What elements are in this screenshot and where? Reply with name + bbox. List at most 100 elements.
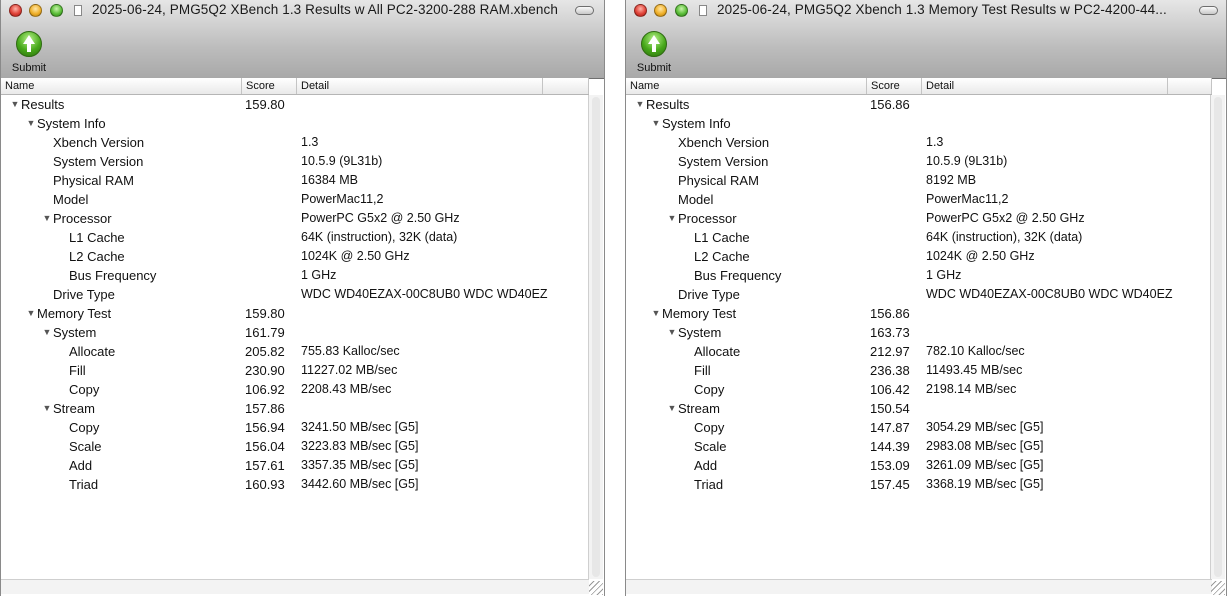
outline-row[interactable]: L2 Cache 1024K @ 2.50 GHz bbox=[626, 247, 1206, 266]
vertical-scrollbar[interactable] bbox=[588, 95, 603, 579]
row-name: Scale bbox=[69, 439, 102, 454]
submit-button[interactable]: Submit bbox=[634, 31, 674, 74]
outline-row[interactable]: System Version 10.5.9 (9L31b) bbox=[626, 152, 1206, 171]
column-header-score[interactable]: Score bbox=[867, 78, 922, 94]
outline-row[interactable]: Fill 236.38 11493.45 MB/sec bbox=[626, 361, 1206, 380]
scroll-thumb[interactable] bbox=[1214, 97, 1222, 577]
disclosure-triangle-icon[interactable]: ▼ bbox=[25, 114, 37, 133]
outline-row[interactable]: ▼ Results 159.80 bbox=[1, 95, 581, 114]
outline-row[interactable]: L1 Cache 64K (instruction), 32K (data) bbox=[1, 228, 581, 247]
outline-row[interactable]: Copy 106.92 2208.43 MB/sec bbox=[1, 380, 581, 399]
column-header-score[interactable]: Score bbox=[242, 78, 297, 94]
minimize-icon[interactable] bbox=[29, 4, 42, 17]
row-detail: 10.5.9 (9L31b) bbox=[926, 154, 1008, 168]
outline-row[interactable]: Triad 157.45 3368.19 MB/sec [G5] bbox=[626, 475, 1206, 494]
disclosure-triangle-icon[interactable]: ▼ bbox=[666, 209, 678, 228]
submit-arrow-up-icon bbox=[641, 31, 667, 57]
outline-row[interactable]: ▼ System Info bbox=[626, 114, 1206, 133]
outline-row[interactable]: Xbench Version 1.3 bbox=[626, 133, 1206, 152]
disclosure-triangle-icon[interactable]: ▼ bbox=[41, 399, 53, 418]
outline-row[interactable]: Scale 144.39 2983.08 MB/sec [G5] bbox=[626, 437, 1206, 456]
submit-button[interactable]: Submit bbox=[9, 31, 49, 74]
outline-row[interactable]: ▼ System 163.73 bbox=[626, 323, 1206, 342]
outline-row[interactable]: Physical RAM 8192 MB bbox=[626, 171, 1206, 190]
row-detail: PowerMac11,2 bbox=[301, 192, 384, 206]
resize-grip-icon[interactable] bbox=[1211, 581, 1225, 595]
outline-row[interactable]: Physical RAM 16384 MB bbox=[1, 171, 581, 190]
outline-row[interactable]: System Version 10.5.9 (9L31b) bbox=[1, 152, 581, 171]
outline-row[interactable]: ▼ Processor PowerPC G5x2 @ 2.50 GHz bbox=[1, 209, 581, 228]
zoom-icon[interactable] bbox=[50, 4, 63, 17]
outline-row[interactable]: ▼ Results 156.86 bbox=[626, 95, 1206, 114]
close-icon[interactable] bbox=[9, 4, 22, 17]
outline-row[interactable]: ▼ Processor PowerPC G5x2 @ 2.50 GHz bbox=[626, 209, 1206, 228]
window-titlebar[interactable]: 2025-06-24, PMG5Q2 Xbench 1.3 Memory Tes… bbox=[626, 0, 1226, 79]
row-score: 144.39 bbox=[870, 439, 910, 454]
disclosure-triangle-icon[interactable]: ▼ bbox=[41, 209, 53, 228]
outline-row[interactable]: Copy 147.87 3054.29 MB/sec [G5] bbox=[626, 418, 1206, 437]
disclosure-triangle-icon[interactable]: ▼ bbox=[41, 323, 53, 342]
horizontal-scrollbar[interactable] bbox=[626, 579, 1212, 594]
disclosure-triangle-icon[interactable]: ▼ bbox=[9, 95, 21, 114]
scroll-thumb[interactable] bbox=[592, 97, 600, 577]
outline-row[interactable]: ▼ System Info bbox=[1, 114, 581, 133]
column-header-name[interactable]: Name bbox=[626, 78, 867, 94]
zoom-icon[interactable] bbox=[675, 4, 688, 17]
disclosure-triangle-icon[interactable]: ▼ bbox=[666, 399, 678, 418]
outline-row[interactable]: Add 153.09 3261.09 MB/sec [G5] bbox=[626, 456, 1206, 475]
horizontal-scrollbar[interactable] bbox=[1, 579, 589, 594]
disclosure-triangle-icon[interactable]: ▼ bbox=[25, 304, 37, 323]
document-icon[interactable] bbox=[74, 5, 82, 16]
outline-row[interactable]: ▼ Stream 150.54 bbox=[626, 399, 1206, 418]
column-header-name[interactable]: Name bbox=[1, 78, 242, 94]
row-name: Add bbox=[69, 458, 93, 473]
outline-row[interactable]: ▼ Memory Test 159.80 bbox=[1, 304, 581, 323]
outline-row[interactable]: Drive Type WDC WD40EZAX-00C8UB0 WDC WD40E… bbox=[626, 285, 1206, 304]
vertical-scrollbar[interactable] bbox=[1210, 95, 1225, 579]
row-name: System Info bbox=[662, 116, 731, 131]
column-header-detail[interactable]: Detail bbox=[297, 78, 543, 94]
outline-row[interactable]: Triad 160.93 3442.60 MB/sec [G5] bbox=[1, 475, 581, 494]
outline-row[interactable]: Scale 156.04 3223.83 MB/sec [G5] bbox=[1, 437, 581, 456]
row-detail: PowerMac11,2 bbox=[926, 192, 1009, 206]
xbench-window-left: 2025-06-24, PMG5Q2 XBench 1.3 Results w … bbox=[0, 0, 605, 596]
row-detail: 2208.43 MB/sec bbox=[301, 382, 392, 396]
row-score: 205.82 bbox=[245, 344, 285, 359]
row-detail: 1.3 bbox=[926, 135, 944, 149]
toolbar-toggle-button[interactable] bbox=[575, 6, 594, 15]
outline-row[interactable]: Xbench Version 1.3 bbox=[1, 133, 581, 152]
outline-row[interactable]: Bus Frequency 1 GHz bbox=[1, 266, 581, 285]
window-titlebar[interactable]: 2025-06-24, PMG5Q2 XBench 1.3 Results w … bbox=[1, 0, 604, 79]
outline-row[interactable]: ▼ Stream 157.86 bbox=[1, 399, 581, 418]
row-score: 160.93 bbox=[245, 477, 285, 492]
outline-row[interactable]: ▼ System 161.79 bbox=[1, 323, 581, 342]
row-name: Bus Frequency bbox=[69, 268, 157, 283]
resize-grip-icon[interactable] bbox=[589, 581, 603, 595]
outline-row[interactable]: Fill 230.90 11227.02 MB/sec bbox=[1, 361, 581, 380]
outline-row[interactable]: Allocate 212.97 782.10 Kalloc/sec bbox=[626, 342, 1206, 361]
outline-row[interactable]: Copy 106.42 2198.14 MB/sec bbox=[626, 380, 1206, 399]
row-name: System Info bbox=[37, 116, 106, 131]
outline-row[interactable]: Model PowerMac11,2 bbox=[626, 190, 1206, 209]
outline-row[interactable]: Drive Type WDC WD40EZAX-00C8UB0 WDC WD40E… bbox=[1, 285, 581, 304]
row-name: System bbox=[678, 325, 722, 340]
disclosure-triangle-icon[interactable]: ▼ bbox=[666, 323, 678, 342]
outline-row[interactable]: ▼ Memory Test 156.86 bbox=[626, 304, 1206, 323]
outline-row[interactable]: Model PowerMac11,2 bbox=[1, 190, 581, 209]
toolbar-toggle-button[interactable] bbox=[1199, 6, 1218, 15]
minimize-icon[interactable] bbox=[654, 4, 667, 17]
outline-row[interactable]: L2 Cache 1024K @ 2.50 GHz bbox=[1, 247, 581, 266]
disclosure-triangle-icon[interactable]: ▼ bbox=[634, 95, 646, 114]
close-icon[interactable] bbox=[634, 4, 647, 17]
outline-row[interactable]: Bus Frequency 1 GHz bbox=[626, 266, 1206, 285]
outline-row[interactable]: Add 157.61 3357.35 MB/sec [G5] bbox=[1, 456, 581, 475]
disclosure-triangle-icon[interactable]: ▼ bbox=[650, 304, 662, 323]
disclosure-triangle-icon[interactable]: ▼ bbox=[650, 114, 662, 133]
outline-row[interactable]: Allocate 205.82 755.83 Kalloc/sec bbox=[1, 342, 581, 361]
document-icon[interactable] bbox=[699, 5, 707, 16]
column-header-detail[interactable]: Detail bbox=[922, 78, 1168, 94]
outline-row[interactable]: Copy 156.94 3241.50 MB/sec [G5] bbox=[1, 418, 581, 437]
row-name: Copy bbox=[69, 382, 100, 397]
outline-row[interactable]: L1 Cache 64K (instruction), 32K (data) bbox=[626, 228, 1206, 247]
row-detail: 782.10 Kalloc/sec bbox=[926, 344, 1025, 358]
